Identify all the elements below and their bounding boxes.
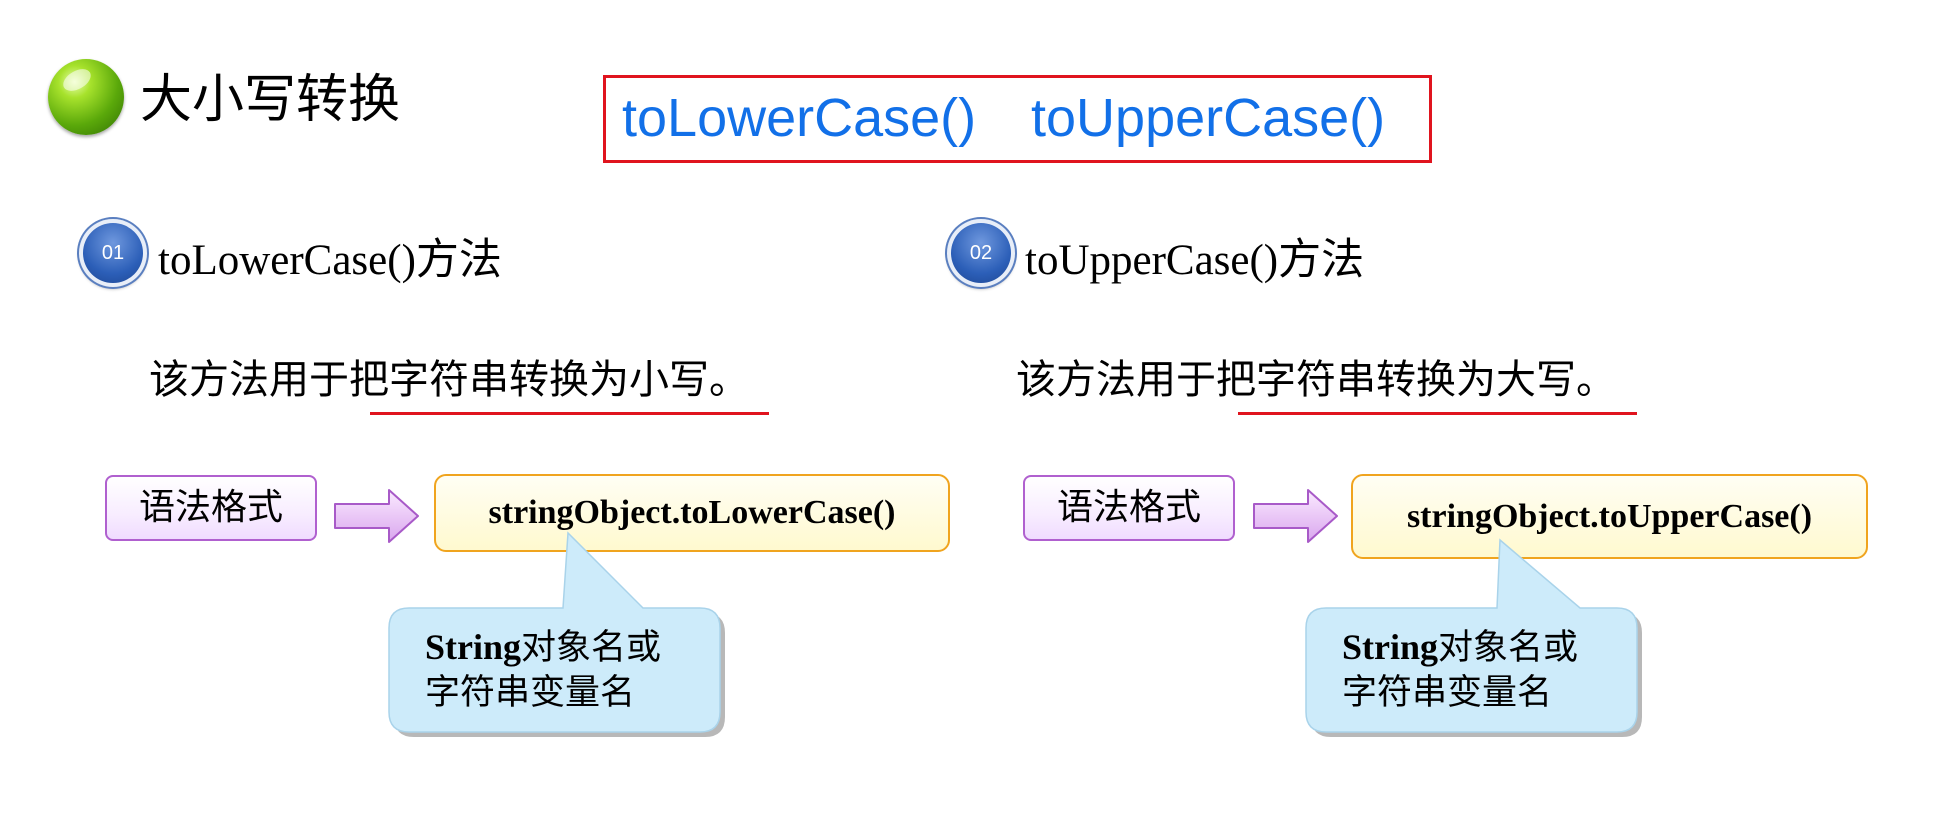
callout-bold-string: String <box>1342 627 1439 667</box>
red-underline <box>1238 412 1637 415</box>
description-underlined: 把字符串转换为大写 <box>1216 357 1576 403</box>
syntax-format-label: 语法格式 <box>1023 475 1235 541</box>
description-lowercase: 该方法用于把字符串转换为小写。 <box>149 355 749 405</box>
number-badge-01-icon: 01 <box>79 219 147 287</box>
section-heading-uppercase: toUpperCase()方法 <box>1025 237 1365 284</box>
syntax-format-label: 语法格式 <box>105 475 317 541</box>
description-prefix: 该方法用于 <box>149 357 349 403</box>
section-heading-lowercase: toLowerCase()方法 <box>158 237 502 284</box>
description-uppercase: 该方法用于把字符串转换为大写。 <box>1016 355 1616 405</box>
description-suffix: 。 <box>1576 357 1616 403</box>
description-suffix: 。 <box>709 357 749 403</box>
callout-bold-string: String <box>425 627 522 667</box>
description-prefix: 该方法用于 <box>1016 357 1216 403</box>
callout-line-2: 字符串变量名 <box>1342 673 1553 713</box>
callout-text-uppercase: String对象名或 字符串变量名 <box>1342 625 1578 716</box>
callout-line-1-rest: 对象名或 <box>521 628 662 668</box>
page-title: 大小写转换 <box>140 70 401 130</box>
right-arrow-icon <box>1253 489 1338 543</box>
callout-line-1: String对象名或 <box>1342 625 1578 671</box>
description-underlined: 把字符串转换为小写 <box>349 357 709 403</box>
callout-line-1: String对象名或 <box>425 625 661 671</box>
callout-line-2: 字符串变量名 <box>425 673 636 713</box>
number-badge-02-icon: 02 <box>947 219 1015 287</box>
callout-line-1-rest: 对象名或 <box>1438 628 1579 668</box>
callout-text-lowercase: String对象名或 字符串变量名 <box>425 625 661 716</box>
green-orb-bullet-icon <box>48 59 124 135</box>
method-name-uppercase: toUpperCase() <box>1031 88 1386 148</box>
method-name-lowercase: toLowerCase() <box>622 88 977 148</box>
red-underline <box>370 412 769 415</box>
